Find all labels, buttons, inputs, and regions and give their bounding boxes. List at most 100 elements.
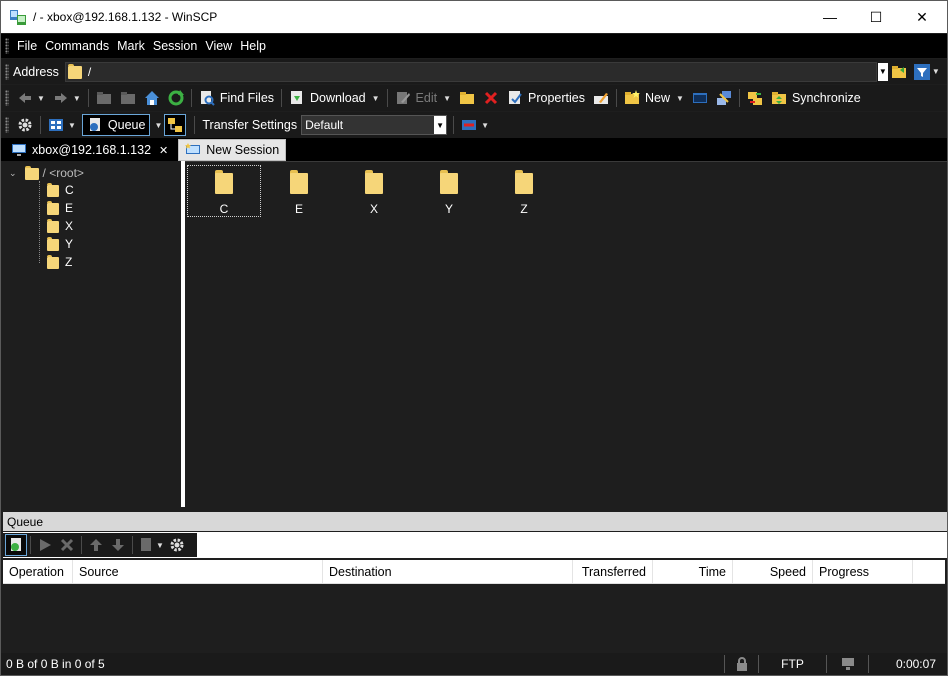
column-destination[interactable]: Destination xyxy=(323,560,573,583)
tree-node[interactable]: X xyxy=(47,218,73,234)
back-button[interactable]: ▼ xyxy=(13,87,49,109)
filter-button[interactable]: ▼ xyxy=(912,61,940,83)
folder-icon xyxy=(290,170,308,194)
queue-show-button[interactable] xyxy=(5,534,27,556)
new-button[interactable]: New ▼ xyxy=(620,87,688,109)
address-dropdown-arrow-icon[interactable]: ▼ xyxy=(877,62,888,81)
queue-preferences-button[interactable] xyxy=(166,534,188,556)
maximize-button[interactable]: ☐ xyxy=(853,1,899,33)
directory-tree[interactable]: ⌄ / <root> C E X Y Z xyxy=(3,161,181,507)
tree-toggle-button[interactable] xyxy=(164,114,187,136)
menu-file[interactable]: File xyxy=(13,39,41,53)
column-time[interactable]: Time xyxy=(653,560,733,583)
edit-button[interactable]: Edit ▼ xyxy=(391,87,455,109)
folder-icon xyxy=(47,200,59,216)
tree-root-node[interactable]: ⌄ / <root> xyxy=(9,165,84,181)
menu-help[interactable]: Help xyxy=(236,39,270,53)
column-transferred[interactable]: Transferred xyxy=(573,560,653,583)
delete-button[interactable] xyxy=(479,87,503,109)
queue-button[interactable]: Queue xyxy=(81,114,151,136)
remote-file-panel[interactable]: C E X Y Z xyxy=(185,161,947,507)
compare-directories-button[interactable] xyxy=(743,87,767,109)
menu-mark[interactable]: Mark xyxy=(113,39,149,53)
queue-move-up-button[interactable] xyxy=(85,534,107,556)
download-button[interactable]: Download ▼ xyxy=(285,87,384,109)
root-directory-button[interactable] xyxy=(116,87,140,109)
menu-session[interactable]: Session xyxy=(149,39,201,53)
putty-icon xyxy=(716,90,732,106)
new-session-icon xyxy=(185,142,201,158)
compare-directories-icon xyxy=(747,90,763,106)
queue-label: Queue xyxy=(107,118,146,132)
delete-icon xyxy=(483,90,499,106)
folder-item[interactable]: E xyxy=(263,166,335,216)
home-icon xyxy=(144,90,160,106)
synchronize-button[interactable]: Synchronize xyxy=(767,87,865,109)
menu-view[interactable]: View xyxy=(201,39,236,53)
new-label: New xyxy=(645,91,671,105)
parent-directory-button[interactable] xyxy=(92,87,116,109)
menu-commands[interactable]: Commands xyxy=(41,39,113,53)
putty-button[interactable] xyxy=(712,87,736,109)
queue-execute-button[interactable] xyxy=(34,534,56,556)
preferences-button[interactable] xyxy=(13,114,37,136)
refresh-button[interactable] xyxy=(164,87,188,109)
chevron-down-icon: ▼ xyxy=(443,93,452,103)
console-button[interactable] xyxy=(688,87,712,109)
synchronize-icon xyxy=(771,90,787,106)
queue-options-button[interactable]: ▼ xyxy=(136,534,166,556)
chevron-down-icon[interactable]: ⌄ xyxy=(9,168,17,179)
properties-button[interactable]: Properties xyxy=(503,87,589,109)
window-title: / - xbox@192.168.1.132 - WinSCP xyxy=(33,10,218,24)
download-label: Download xyxy=(310,91,366,105)
chevron-down-icon: ▼ xyxy=(68,120,76,130)
root-folder-icon xyxy=(120,90,136,106)
tree-node[interactable]: Y xyxy=(47,236,73,252)
transfer-preset-button[interactable]: ▼ xyxy=(457,114,493,136)
open-folder-icon xyxy=(459,90,475,106)
minimize-button[interactable]: — xyxy=(807,1,853,33)
arrow-left-icon xyxy=(17,90,33,106)
tree-node[interactable]: C xyxy=(47,182,74,198)
toolbar-separator xyxy=(81,536,82,554)
queue-move-down-button[interactable] xyxy=(107,534,129,556)
home-directory-button[interactable] xyxy=(140,87,164,109)
tree-node[interactable]: Z xyxy=(47,254,72,270)
toolbar-separator xyxy=(616,89,617,107)
address-label: Address xyxy=(13,64,59,79)
tab-close-icon[interactable]: ✕ xyxy=(159,144,168,157)
toolbar-grip-icon[interactable] xyxy=(5,90,9,106)
rename-button[interactable] xyxy=(589,87,613,109)
chevron-down-icon: ▼ xyxy=(156,540,164,550)
tree-node[interactable]: E xyxy=(47,200,73,216)
folder-icon xyxy=(47,236,59,252)
queue-list[interactable] xyxy=(3,584,945,650)
toolbar-grip-icon[interactable] xyxy=(5,63,9,80)
find-files-button[interactable]: Find Files xyxy=(195,87,278,109)
folder-item[interactable]: X xyxy=(338,166,410,216)
open-button[interactable] xyxy=(455,87,479,109)
folder-item[interactable]: C xyxy=(187,165,261,217)
transfer-settings-select[interactable]: Default ▼ xyxy=(301,115,448,135)
folder-item[interactable]: Z xyxy=(488,166,560,216)
toolbar-grip-icon[interactable] xyxy=(5,117,9,133)
address-input[interactable]: / xyxy=(64,61,877,82)
folder-item[interactable]: Y xyxy=(413,166,485,216)
queue-dropdown-button[interactable]: ▼ xyxy=(150,114,164,136)
folder-icon xyxy=(215,170,233,194)
column-source[interactable]: Source xyxy=(73,560,323,583)
column-progress[interactable]: Progress xyxy=(813,560,913,583)
tree-connector xyxy=(39,181,40,263)
view-grid-icon xyxy=(48,117,64,133)
tab-session[interactable]: xbox@192.168.1.132 ✕ xyxy=(5,139,175,161)
queue-delete-button[interactable] xyxy=(56,534,78,556)
view-mode-button[interactable]: ▼ xyxy=(44,114,80,136)
column-speed[interactable]: Speed xyxy=(733,560,813,583)
tab-new-session[interactable]: New Session xyxy=(178,139,287,161)
close-button[interactable]: ✕ xyxy=(899,1,945,33)
open-directory-button[interactable] xyxy=(888,61,912,83)
forward-button[interactable]: ▼ xyxy=(49,87,85,109)
column-operation[interactable]: Operation xyxy=(3,560,73,583)
folder-icon xyxy=(47,218,59,234)
toolbar-grip-icon[interactable] xyxy=(5,38,9,54)
